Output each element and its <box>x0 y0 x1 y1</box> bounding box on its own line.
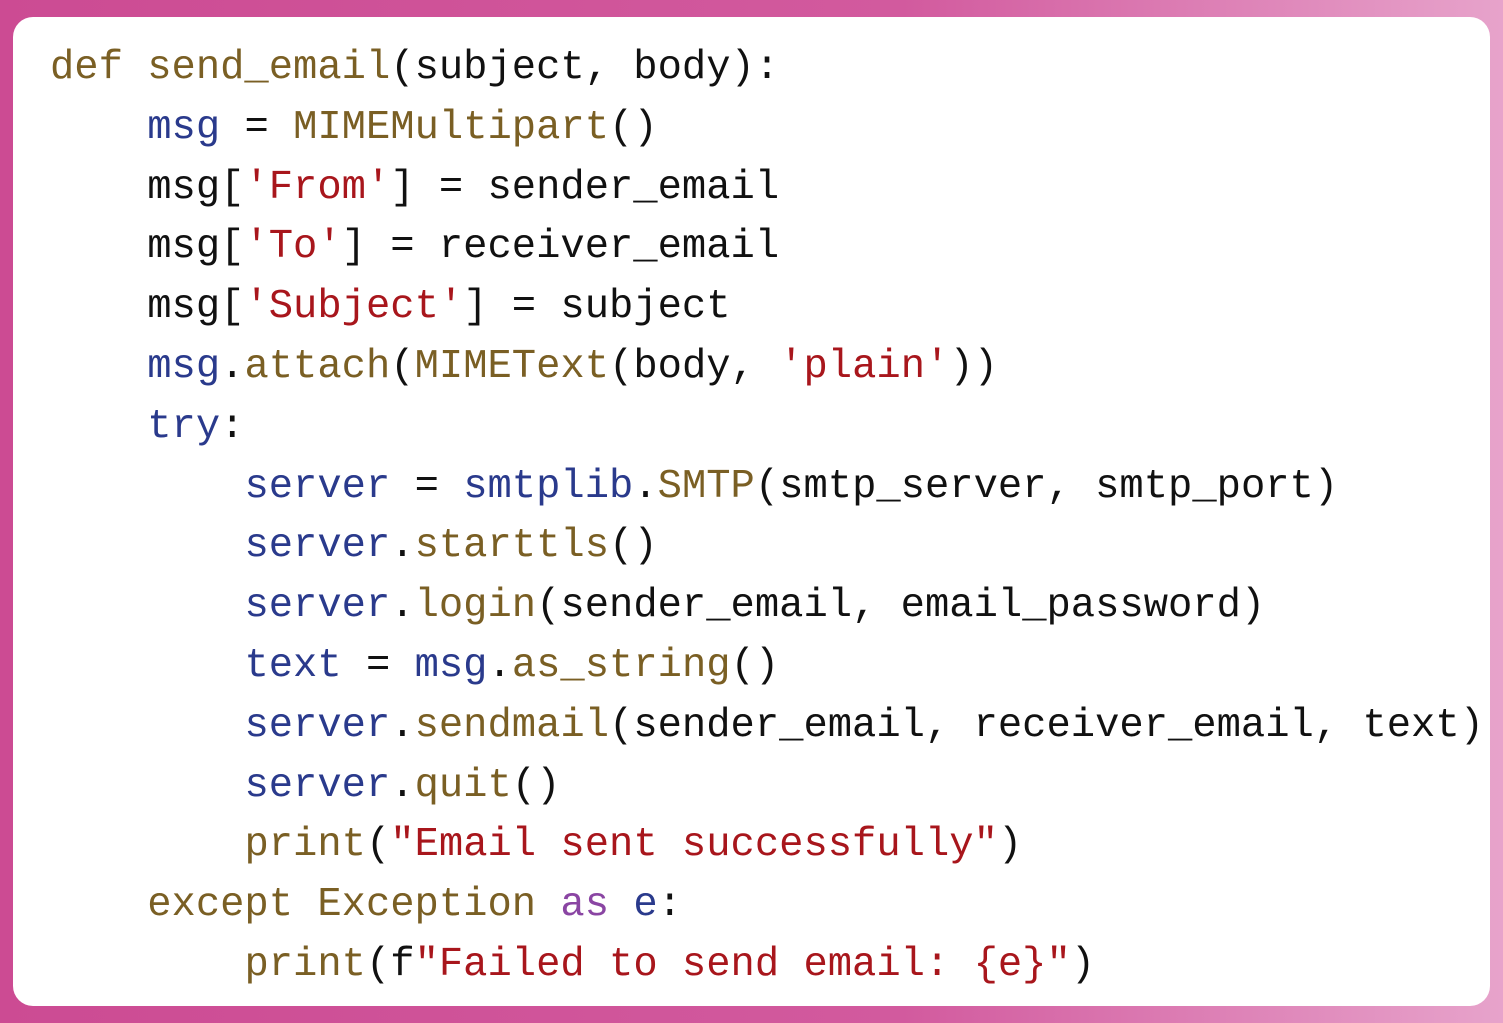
code-token: msg <box>414 642 488 689</box>
code-token: = <box>220 104 294 151</box>
code-token: : <box>657 882 682 929</box>
code-token: login <box>414 583 537 630</box>
code-token: = <box>341 642 415 689</box>
code-line: except Exception as e: <box>50 876 1484 936</box>
code-token: ] = subject <box>463 284 731 331</box>
code-token: attach <box>244 343 391 390</box>
code-token: print <box>244 822 366 869</box>
code-token: : <box>220 403 245 450</box>
code-token: text <box>244 642 342 689</box>
code-token: except Exception <box>147 882 561 929</box>
code-token: 'Subject' <box>244 284 464 331</box>
code-token: (subject, body): <box>390 45 780 91</box>
code-line: msg['Subject'] = subject <box>50 278 1484 338</box>
code-line: print("Email sent successfully") <box>50 816 1484 876</box>
code-token: "Email sent successfully" <box>390 822 998 869</box>
code-token: send_email <box>147 45 391 91</box>
code-token: ( <box>365 822 391 869</box>
code-line: server.login(sender_email, email_passwor… <box>50 577 1484 637</box>
code-card: def send_email(subject, body): msg = MIM… <box>13 17 1490 1006</box>
code-line: msg.attach(MIMEText(body, 'plain')) <box>50 338 1484 398</box>
code-token: e <box>633 882 658 929</box>
code-token: quit <box>414 762 512 809</box>
code-token: 'To' <box>244 224 342 271</box>
code-token: server <box>244 523 391 570</box>
code-line: server = smtplib.SMTP(smtp_server, smtp_… <box>50 458 1484 518</box>
code-block: def send_email(subject, body): msg = MIM… <box>50 39 1484 996</box>
code-token: . <box>390 523 415 570</box>
code-line: server.sendmail(sender_email, receiver_e… <box>50 697 1484 757</box>
code-token: () <box>609 523 658 570</box>
code-line: server.quit() <box>50 757 1484 817</box>
code-token: . <box>390 762 415 809</box>
code-token: ] = receiver_email <box>341 224 780 271</box>
code-token: msg[ <box>50 164 245 211</box>
code-token: () <box>730 642 780 689</box>
code-token: )) <box>949 343 998 390</box>
code-token: MIMEMultipart <box>293 104 610 151</box>
code-line: def send_email(subject, body): <box>50 39 1484 99</box>
code-token: . <box>487 642 512 689</box>
code-line: print(f"Failed to send email: {e}") <box>50 936 1484 996</box>
code-token: msg[ <box>50 284 245 331</box>
code-token: as_string <box>511 642 731 689</box>
code-token: starttls <box>414 523 610 570</box>
code-token: (smtp_server, smtp_port) <box>754 463 1339 510</box>
code-token: . <box>633 463 658 510</box>
code-token: server <box>244 583 391 630</box>
code-token: (body, <box>609 343 780 390</box>
code-token: ) <box>997 822 1023 869</box>
code-token: . <box>390 702 415 749</box>
code-token: (sender_email, receiver_email, text) <box>609 702 1484 749</box>
code-line: msg = MIMEMultipart() <box>50 99 1484 159</box>
code-token: = <box>390 463 464 510</box>
code-token: def <box>50 45 148 91</box>
code-token: 'plain' <box>779 343 950 390</box>
code-token: server <box>244 702 391 749</box>
code-token: (f <box>365 941 415 988</box>
code-line: server.starttls() <box>50 517 1484 577</box>
code-token: (sender_email, email_password) <box>536 583 1266 630</box>
code-token: try <box>147 403 221 450</box>
code-token: smtplib <box>463 463 634 510</box>
code-token: msg[ <box>50 224 245 271</box>
code-token: SMTP <box>657 463 755 510</box>
code-token: ] = sender_email <box>390 164 780 211</box>
code-token: as <box>560 882 609 929</box>
code-token: MIMEText <box>414 343 610 390</box>
code-token: () <box>609 104 658 151</box>
code-token: ( <box>390 343 415 390</box>
code-line: text = msg.as_string() <box>50 637 1484 697</box>
code-token: print <box>244 941 366 988</box>
code-token: server <box>244 463 391 510</box>
code-token: . <box>390 583 415 630</box>
code-token: msg <box>147 343 221 390</box>
code-token: "Failed to send email: {e}" <box>414 941 1071 988</box>
code-line: try: <box>50 398 1484 458</box>
code-token: ) <box>1070 941 1096 988</box>
code-line: msg['To'] = receiver_email <box>50 218 1484 278</box>
code-token: 'From' <box>244 164 391 211</box>
code-token: () <box>511 762 561 809</box>
code-token: sendmail <box>414 702 610 749</box>
code-token: msg <box>147 104 221 151</box>
code-token: server <box>244 762 391 809</box>
code-line: msg['From'] = sender_email <box>50 159 1484 219</box>
code-token: . <box>220 343 245 390</box>
